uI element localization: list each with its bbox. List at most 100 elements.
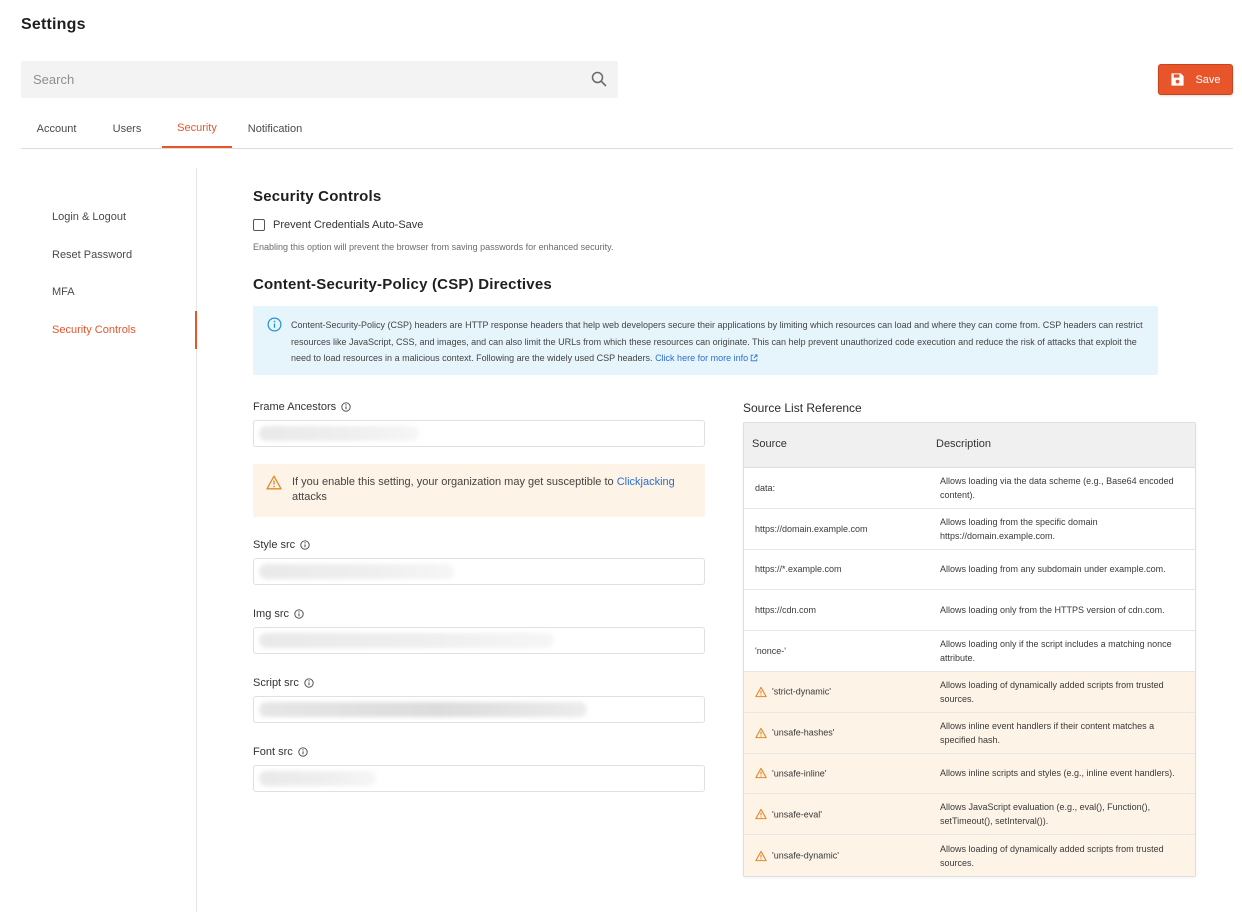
- table-row: 'unsafe-hashes' Allows inline event handl…: [744, 712, 1195, 754]
- table-row: data: Allows loading via the data scheme …: [744, 468, 1195, 509]
- source-cell: 'unsafe-eval': [755, 809, 822, 820]
- font-src-label-text: Font src: [253, 746, 293, 758]
- script-src-label: Script src: [253, 677, 314, 689]
- description-cell: Allows inline event handlers if their co…: [940, 720, 1155, 745]
- script-src-input[interactable]: [253, 696, 705, 723]
- external-link-icon: [750, 354, 758, 362]
- security-sidebar: Login & Logout Reset Password MFA Securi…: [0, 168, 197, 912]
- save-icon: [1171, 73, 1185, 86]
- prevent-autosave-checkbox[interactable]: [253, 219, 265, 231]
- source-cell: 'strict-dynamic': [755, 686, 831, 698]
- table-row: 'unsafe-eval' Allows JavaScript evaluatio…: [744, 794, 1195, 836]
- info-icon: [267, 317, 282, 332]
- tab-users[interactable]: Users: [92, 110, 162, 148]
- source-value: 'strict-dynamic': [772, 686, 831, 697]
- description-cell: Allows loading via the data scheme (e.g.…: [940, 475, 1174, 500]
- source-cell: 'nonce-': [755, 646, 786, 656]
- style-src-label: Style src: [253, 539, 310, 551]
- source-value: 'unsafe-hashes': [772, 727, 835, 738]
- tab-label: Users: [112, 123, 142, 135]
- tab-account[interactable]: Account: [21, 110, 92, 148]
- source-value: https://*.example.com: [755, 564, 842, 575]
- tab-notification[interactable]: Notification: [232, 110, 318, 148]
- script-src-field[interactable]: [254, 697, 704, 722]
- tab-label: Notification: [247, 123, 303, 135]
- prevent-autosave-label[interactable]: Prevent Credentials Auto-Save: [273, 219, 423, 231]
- style-src-field[interactable]: [254, 559, 704, 584]
- sidebar-item-reset-password[interactable]: Reset Password: [52, 249, 132, 261]
- csp-more-info-link[interactable]: Click here for more info: [655, 353, 758, 363]
- table-row: 'unsafe-inline' Allows inline scripts and…: [744, 753, 1195, 795]
- source-cell: 'unsafe-inline': [755, 768, 826, 779]
- sidebar-item-security-controls[interactable]: Security Controls: [52, 324, 136, 336]
- source-value: 'nonce-': [755, 646, 786, 657]
- source-list-table: Source Description data: Allows loading v…: [743, 422, 1196, 877]
- frame-ancestors-input[interactable]: [253, 420, 705, 447]
- img-src-input[interactable]: [253, 627, 705, 654]
- table-row: https://*.example.com Allows loading from…: [744, 549, 1195, 591]
- description-cell: Allows loading from any subdomain under …: [940, 564, 1166, 575]
- description-cell: Allows loading from the specific domain …: [940, 516, 1098, 541]
- help-icon[interactable]: [304, 678, 314, 688]
- clickjacking-link[interactable]: Clickjacking: [617, 476, 675, 488]
- page-title: Settings: [21, 16, 86, 33]
- column-header-source: Source: [752, 438, 787, 450]
- tab-label: Account: [36, 123, 77, 135]
- clickjacking-warning: If you enable this setting, your organiz…: [253, 464, 705, 517]
- sidebar-item-mfa[interactable]: MFA: [52, 286, 75, 298]
- search-bar: [21, 61, 618, 98]
- table-body: data: Allows loading via the data scheme …: [744, 468, 1195, 876]
- font-src-input[interactable]: [253, 765, 705, 792]
- source-cell: data:: [755, 483, 775, 493]
- description-cell: Allows loading of dynamically added scri…: [940, 679, 1164, 704]
- sidebar-active-indicator: [195, 311, 197, 349]
- frame-ancestors-label: Frame Ancestors: [253, 401, 351, 413]
- description-cell: Allows loading only if the script includ…: [940, 639, 1172, 664]
- save-button[interactable]: Save: [1158, 64, 1233, 95]
- style-src-label-text: Style src: [253, 539, 296, 551]
- warning-icon: [755, 809, 767, 820]
- search-icon[interactable]: [591, 71, 607, 87]
- sidebar-item-login-logout[interactable]: Login & Logout: [52, 211, 126, 223]
- tab-label: Security: [177, 122, 217, 134]
- source-value: 'unsafe-dynamic': [772, 850, 839, 861]
- help-icon[interactable]: [341, 402, 351, 412]
- description-cell: Allows loading of dynamically added scri…: [940, 843, 1164, 868]
- source-value: 'unsafe-inline': [772, 768, 827, 779]
- table-header: Source Description: [744, 423, 1195, 468]
- source-value: data:: [755, 482, 776, 493]
- frame-ancestors-field[interactable]: [254, 421, 704, 446]
- table-row: https://cdn.com Allows loading only from …: [744, 590, 1195, 632]
- settings-tabs: Account Users Security Notification: [21, 110, 1233, 149]
- source-cell: 'unsafe-hashes': [755, 727, 834, 738]
- img-src-field[interactable]: [254, 628, 704, 653]
- style-src-input[interactable]: [253, 558, 705, 585]
- help-icon[interactable]: [294, 609, 304, 619]
- warning-icon: [755, 727, 767, 738]
- warning-icon: [755, 768, 767, 779]
- source-value: https://domain.example.com: [755, 523, 868, 534]
- source-cell: https://*.example.com: [755, 564, 842, 574]
- tab-security[interactable]: Security: [162, 110, 232, 148]
- search-input[interactable]: [21, 61, 618, 98]
- img-src-label: Img src: [253, 608, 304, 620]
- help-icon[interactable]: [300, 540, 310, 550]
- description-cell: Allows JavaScript evaluation (e.g., eval…: [940, 802, 1151, 827]
- warning-icon: [755, 850, 767, 861]
- csp-more-info-label: Click here for more info: [655, 353, 749, 363]
- table-row: 'strict-dynamic' Allows loading of dynami…: [744, 671, 1195, 713]
- table-row: 'nonce-' Allows loading only if the scrip…: [744, 631, 1195, 672]
- source-cell: 'unsafe-dynamic': [755, 850, 839, 861]
- frame-ancestors-label-text: Frame Ancestors: [253, 401, 337, 413]
- font-src-label: Font src: [253, 746, 308, 758]
- warning-icon: [755, 686, 767, 698]
- font-src-field[interactable]: [254, 766, 704, 791]
- help-icon[interactable]: [298, 747, 308, 757]
- source-value: 'unsafe-eval': [772, 809, 822, 820]
- column-header-description: Description: [936, 438, 992, 450]
- description-cell: Allows loading only from the HTTPS versi…: [940, 605, 1165, 616]
- description-cell: Allows inline scripts and styles (e.g., …: [940, 768, 1175, 779]
- save-button-label: Save: [1195, 73, 1221, 86]
- csp-info-banner: Content-Security-Policy (CSP) headers ar…: [253, 306, 1158, 375]
- warning-text-end: attacks: [292, 491, 327, 503]
